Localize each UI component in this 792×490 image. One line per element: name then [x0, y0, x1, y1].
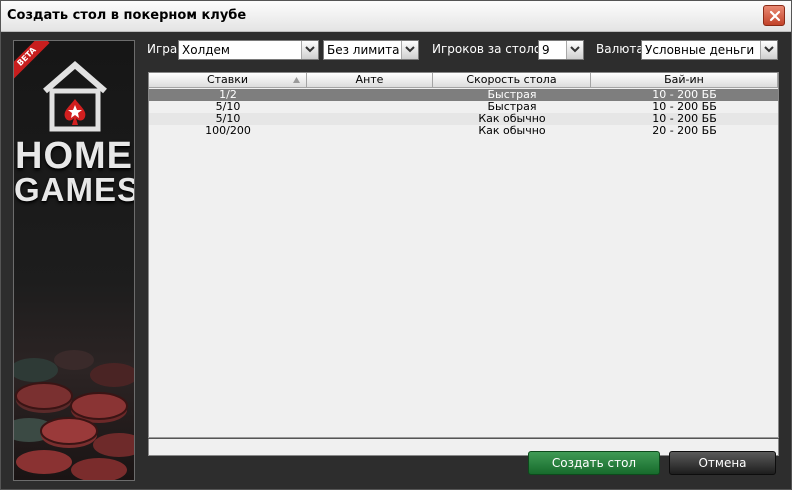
home-games-banner: BETA HOME GAMES: [13, 40, 135, 481]
column-header-stakes-label: Ставки: [206, 73, 249, 86]
column-header-buyin-label: Бай-ин: [664, 73, 704, 86]
grid-header: Ставки Анте Скорость стола Бай-ин: [149, 73, 778, 88]
tables-grid[interactable]: Ставки Анте Скорость стола Бай-ин 1/2 Бы…: [148, 72, 779, 456]
title-bar[interactable]: Создать стол в покерном клубе: [1, 1, 791, 32]
column-header-ante[interactable]: Анте: [307, 73, 433, 88]
dialog-body: BETA HOME GAMES Игра: Холдем Без лимита …: [1, 32, 791, 489]
chevron-down-icon: [764, 46, 774, 53]
create-table-button[interactable]: Создать стол: [528, 451, 660, 475]
currency-select-value: Условные деньги: [645, 43, 755, 57]
currency-select[interactable]: Условные деньги: [641, 40, 778, 60]
spade-house-icon: [43, 61, 107, 132]
cell-stakes: 100/200: [205, 124, 251, 137]
table-row[interactable]: 100/200 Как обычно 20 - 200 ББ: [149, 125, 778, 137]
column-header-ante-label: Анте: [355, 73, 384, 86]
game-dropdown-button[interactable]: [301, 41, 318, 59]
players-dropdown-button[interactable]: [566, 41, 583, 59]
game-select-value: Холдем: [182, 43, 230, 57]
limit-select[interactable]: Без лимита: [323, 40, 419, 60]
chevron-down-icon: [305, 46, 315, 53]
chevron-down-icon: [405, 46, 415, 53]
currency-dropdown-button[interactable]: [760, 41, 777, 59]
column-header-buyin[interactable]: Бай-ин: [591, 73, 778, 88]
players-select[interactable]: 9: [538, 40, 584, 60]
limit-dropdown-button[interactable]: [401, 41, 418, 59]
limit-select-value: Без лимита: [327, 43, 400, 57]
players-select-value: 9: [542, 43, 550, 57]
footer-divider: [148, 437, 779, 439]
column-header-stakes[interactable]: Ставки: [149, 73, 307, 88]
column-header-speed[interactable]: Скорость стола: [433, 73, 591, 88]
window-title: Создать стол в покерном клубе: [7, 8, 247, 23]
chevron-down-icon: [570, 46, 580, 53]
cell-speed: Как обычно: [478, 124, 546, 137]
sort-ascending-icon: [293, 77, 300, 83]
game-select[interactable]: Холдем: [178, 40, 319, 60]
game-label: Игра:: [147, 42, 182, 56]
logo-text-games: GAMES: [14, 171, 135, 208]
poker-chips-image: [14, 350, 134, 480]
create-table-window: Создать стол в покерном клубе BETA HOME …: [0, 0, 792, 490]
cell-buyin: 20 - 200 ББ: [652, 124, 717, 137]
currency-label: Валюта:: [596, 42, 648, 56]
cancel-button[interactable]: Отмена: [669, 451, 776, 475]
close-icon: [769, 10, 781, 22]
players-label: Игроков за столом:: [432, 42, 555, 56]
column-header-speed-label: Скорость стола: [466, 73, 557, 86]
close-button[interactable]: [763, 5, 785, 26]
